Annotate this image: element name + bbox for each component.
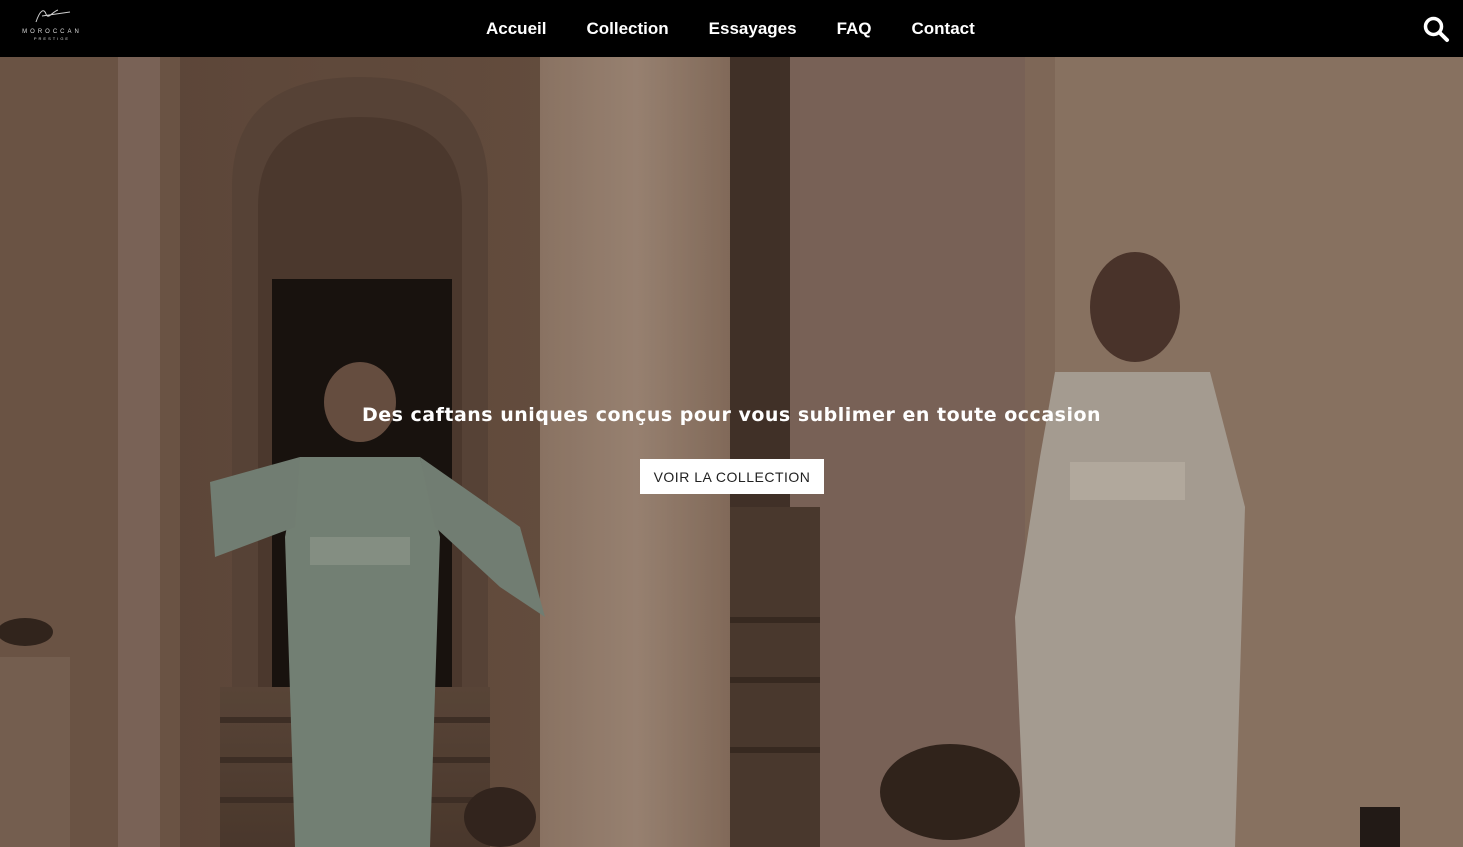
nav-item-essayages[interactable]: Essayages <box>709 19 797 39</box>
main-nav: Accueil Collection Essayages FAQ Contact <box>486 0 975 57</box>
nav-item-faq[interactable]: FAQ <box>837 19 872 39</box>
logo[interactable]: MOROCCAN PRESTIGE <box>12 6 92 48</box>
nav-item-collection[interactable]: Collection <box>586 19 668 39</box>
hero-section: Des caftans uniques conçus pour vous sub… <box>0 57 1463 847</box>
nav-item-contact[interactable]: Contact <box>912 19 975 39</box>
site-header: MOROCCAN PRESTIGE Accueil Collection Ess… <box>0 0 1463 57</box>
logo-signature-mark <box>35 9 71 23</box>
logo-brand-name: MOROCCAN <box>22 29 82 35</box>
hero-headline: Des caftans uniques conçus pour vous sub… <box>361 404 1102 426</box>
hero-overlay <box>0 57 1463 847</box>
logo-tagline: PRESTIGE <box>33 36 71 41</box>
search-icon[interactable] <box>1422 15 1450 43</box>
nav-item-accueil[interactable]: Accueil <box>486 19 546 39</box>
view-collection-button[interactable]: VOIR LA COLLECTION <box>640 459 824 494</box>
